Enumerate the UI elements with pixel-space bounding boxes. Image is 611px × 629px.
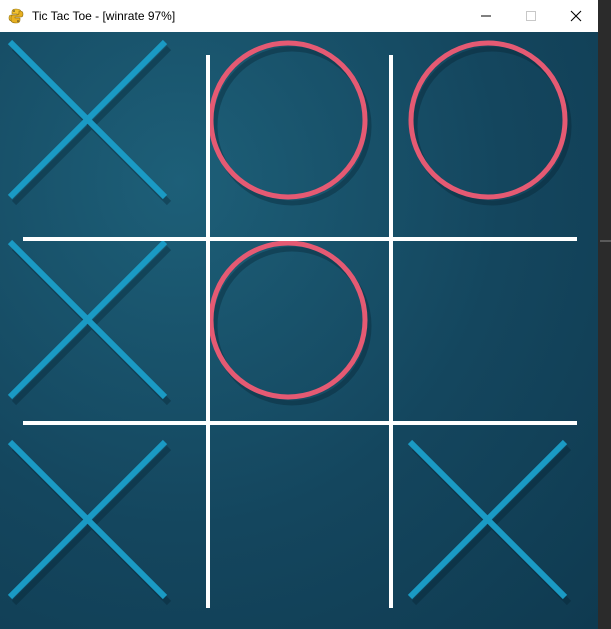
background-divider [600,240,611,242]
python-snake-icon [8,8,24,24]
close-icon [570,10,581,22]
game-window: Tic Tac Toe - [winrate 97%] [0,0,598,629]
board-cell-r2-c1[interactable] [0,232,200,432]
grid-line-vertical-1 [206,55,210,608]
o-mark [408,40,572,206]
grid-line-vertical-2 [389,55,393,608]
window-controls [463,0,598,32]
x-mark [7,39,172,206]
o-mark [208,40,372,206]
o-mark [208,240,372,406]
board-cell-r2-c2[interactable] [200,232,400,432]
maximize-icon [525,11,536,21]
board-cell-r3-c1[interactable] [0,432,200,629]
window-title: Tic Tac Toe - [winrate 97%] [32,9,176,23]
board-cell-r3-c3[interactable] [400,432,598,629]
game-board [0,32,598,629]
minimize-icon [480,15,491,17]
board-cell-r3-c2[interactable] [200,432,400,629]
board-cell-r1-c1[interactable] [0,32,200,232]
x-mark [7,439,172,606]
maximize-button[interactable] [508,0,553,32]
x-mark [7,239,172,406]
minimize-button[interactable] [463,0,508,32]
board-cell-r1-c2[interactable] [200,32,400,232]
x-mark [407,439,572,606]
board-cell-r1-c3[interactable] [400,32,598,232]
close-button[interactable] [553,0,598,32]
title-bar[interactable]: Tic Tac Toe - [winrate 97%] [0,0,598,32]
board-cell-r2-c3[interactable] [400,232,598,432]
background-edge [598,0,611,629]
grid-line-horizontal-2 [23,421,577,425]
grid-line-horizontal-1 [23,237,577,241]
